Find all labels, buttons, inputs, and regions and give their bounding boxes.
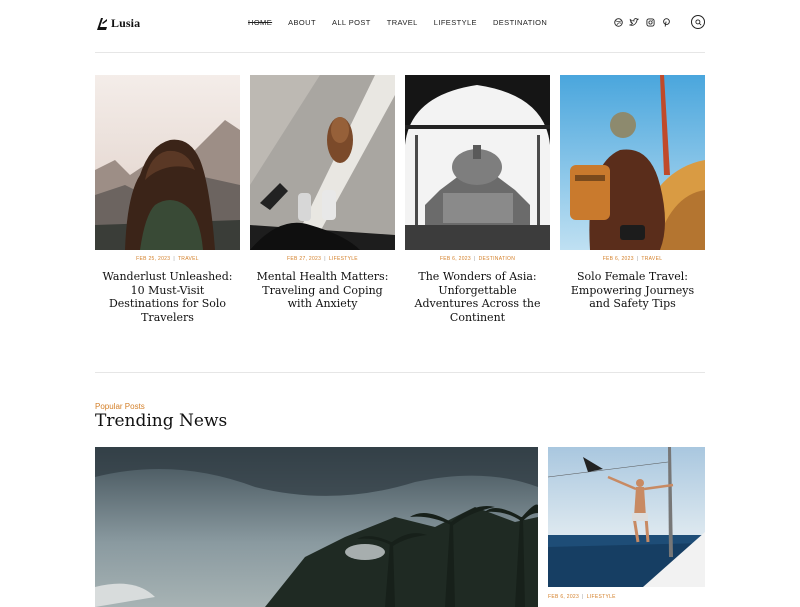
post-title[interactable]: Mental Health Matters: Traveling and Cop… xyxy=(250,270,395,311)
card-image-backpacker[interactable] xyxy=(560,75,705,250)
post-category[interactable]: DESTINATION xyxy=(479,256,516,262)
post-date: FEB 25, 2023 xyxy=(136,256,171,262)
trending-main-image-palms[interactable] xyxy=(95,447,538,607)
section-divider xyxy=(95,372,705,373)
logo-mark-icon xyxy=(97,17,107,30)
twitter-icon[interactable] xyxy=(629,17,639,27)
nav-about[interactable]: About xyxy=(288,18,316,27)
nav-travel[interactable]: Travel xyxy=(387,18,418,27)
post-title[interactable]: Solo Female Travel: Empowering Journeys … xyxy=(560,270,705,311)
post-date: FEB 6, 2023 xyxy=(439,256,471,262)
featured-card[interactable]: FEB 6, 2023 | DESTINATION The Wonders of A… xyxy=(405,75,550,324)
site-header: Lusia Home About All Post Travel Lifesty… xyxy=(95,14,705,34)
featured-card[interactable]: FEB 25, 2023 | TRAVEL Wanderlust Unleashed… xyxy=(95,75,240,324)
post-date: FEB 27, 2023 xyxy=(287,256,322,262)
post-date: FEB 6, 2023 xyxy=(548,594,580,600)
nav-destination[interactable]: Destination xyxy=(493,18,547,27)
post-date: FEB 6, 2023 xyxy=(602,256,634,262)
card-image-woman-mountains[interactable] xyxy=(95,75,240,250)
dribbble-icon[interactable] xyxy=(613,17,623,27)
section-title: Trending News xyxy=(95,411,228,431)
nav-all-post[interactable]: All Post xyxy=(332,18,371,27)
post-category[interactable]: TRAVEL xyxy=(178,256,199,262)
nav-lifestyle[interactable]: Lifestyle xyxy=(434,18,477,27)
post-title[interactable]: The Wonders of Asia: Unforgettable Adven… xyxy=(405,270,550,324)
search-icon xyxy=(694,18,701,25)
instagram-icon[interactable] xyxy=(645,17,655,27)
pinterest-icon[interactable] xyxy=(661,17,671,27)
featured-card[interactable]: FEB 6, 2023 | TRAVEL Solo Female Travel: E… xyxy=(560,75,705,311)
post-category[interactable]: LIFESTYLE xyxy=(329,256,358,262)
search-button[interactable] xyxy=(691,15,705,29)
card-image-skateboard[interactable] xyxy=(250,75,395,250)
card-meta: FEB 27, 2023 | LIFESTYLE xyxy=(287,256,358,262)
side-post-meta: FEB 6, 2023 | LIFESTYLE xyxy=(548,594,616,600)
social-links xyxy=(613,17,671,27)
card-meta: FEB 6, 2023 | TRAVEL xyxy=(602,256,663,262)
main-nav: Home About All Post Travel Lifestyle Des… xyxy=(248,18,547,27)
post-category[interactable]: TRAVEL xyxy=(641,256,662,262)
featured-card[interactable]: FEB 27, 2023 | LIFESTYLE Mental Health Mat… xyxy=(250,75,395,311)
site-logo[interactable]: Lusia xyxy=(95,16,140,31)
nav-home[interactable]: Home xyxy=(248,18,272,27)
header-divider xyxy=(95,52,705,53)
post-title[interactable]: Wanderlust Unleashed: 10 Must-Visit Dest… xyxy=(95,270,240,324)
site-name: Lusia xyxy=(111,16,141,30)
post-category[interactable]: LIFESTYLE xyxy=(587,594,616,600)
section-kicker: Popular Posts xyxy=(95,402,145,411)
card-image-blue-mosque[interactable] xyxy=(405,75,550,250)
card-meta: FEB 25, 2023 | TRAVEL xyxy=(136,256,199,262)
trending-side-image-sailboat[interactable] xyxy=(548,447,705,587)
card-meta: FEB 6, 2023 | DESTINATION xyxy=(439,256,516,262)
